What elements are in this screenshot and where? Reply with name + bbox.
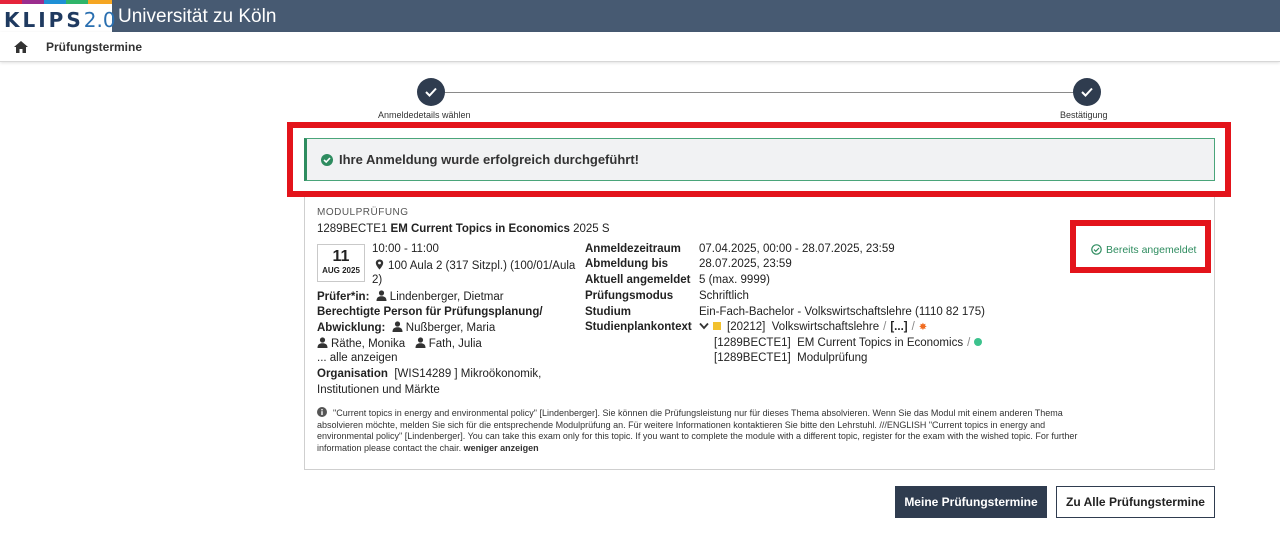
map-pin-icon	[375, 259, 384, 270]
logo-stripe-blue	[44, 0, 66, 4]
detail-label-exam-mode: Prüfungsmodus	[585, 290, 674, 302]
exam-room: 100 Aula 2 (317 Sitzpl.) (100/01/Aula	[375, 259, 575, 272]
detail-label-study-plan-context: Studienplankontext	[585, 321, 692, 333]
breadcrumb-title: Prüfungstermine	[46, 40, 143, 54]
logo-text: KLIPS2.0	[4, 8, 116, 32]
context-line-2: [1289BECTE1] EM Current Topics in Econom…	[714, 337, 983, 349]
logo-version: 2.0	[83, 8, 116, 32]
person-icon	[415, 337, 426, 348]
detail-value-registered: 5 (max. 9999)	[699, 274, 770, 286]
logo-main: KLIPS	[4, 8, 84, 32]
logo-stripe-orange	[88, 0, 112, 4]
logo-stripe-green	[66, 0, 88, 4]
person-icon	[376, 290, 387, 301]
info-line-4: information please contact the chair. we…	[317, 443, 1207, 455]
authorized-label-2: Abwicklung:	[317, 322, 386, 334]
highlight-frame-status	[1070, 220, 1211, 273]
step-1-circle	[417, 78, 445, 106]
info-line-2: absolvieren möchte, melden Sie sich für …	[317, 419, 1046, 430]
authorized-row-1: Abwicklung: Nußberger, Maria	[317, 321, 495, 334]
exam-heading: 1289BECTE1 EM Current Topics in Economic…	[317, 223, 610, 235]
cog-icon: ✸	[918, 322, 928, 333]
step-2-label: Bestätigung	[1060, 110, 1108, 120]
separator: /	[911, 321, 915, 333]
person-icon	[317, 337, 328, 348]
exam-code: 1289BECTE1	[317, 223, 388, 235]
show-less-link[interactable]: weniger anzeigen	[464, 443, 539, 453]
detail-value-study: Ein-Fach-Bachelor - Volkswirtschaftslehr…	[699, 306, 985, 318]
chevron-down-icon[interactable]	[699, 322, 709, 330]
exam-title: EM Current Topics in Economics	[390, 223, 570, 235]
date-badge: 11 AUG 2025	[317, 244, 365, 282]
room-line-2: 2)	[372, 274, 383, 286]
context-2-code: [1289BECTE1]	[714, 337, 791, 349]
my-exams-button[interactable]: Meine Prüfungstermine	[895, 486, 1047, 518]
organisation-line-2: Institutionen und Märkte	[317, 384, 440, 396]
logo-stripe-purple	[22, 0, 44, 4]
context-3-name[interactable]: Modulprüfung	[797, 352, 867, 364]
exam-time: 10:00 - 11:00	[372, 243, 439, 255]
university-name: Universität zu Köln	[118, 6, 277, 27]
detail-value-registration-period: 07.04.2025, 00:00 - 28.07.2025, 23:59	[699, 243, 895, 255]
top-bar: KLIPS2.0 Universität zu Köln	[0, 0, 1280, 32]
logo-stripe-red	[0, 0, 22, 4]
check-icon	[425, 87, 437, 97]
all-exams-button[interactable]: Zu Alle Prüfungstermine	[1056, 486, 1215, 518]
info-line-1: "Current topics in energy and environmen…	[317, 407, 1207, 420]
module-square-icon	[713, 322, 721, 330]
authorized-label-1: Berechtigte Person für Prüfungsplanung/	[317, 306, 543, 318]
detail-label-registered: Aktuell angemeldet	[585, 274, 691, 286]
info-line-3: environmental policy" [Lindenberger]. Yo…	[317, 431, 1078, 442]
person-icon	[392, 321, 403, 332]
show-all-link[interactable]: ... alle anzeigen	[317, 352, 398, 364]
highlight-frame-alert	[287, 122, 1231, 197]
examiner-row: Prüfer*in: Lindenberger, Dietmar	[317, 290, 504, 303]
examiner-label: Prüfer*in:	[317, 291, 370, 303]
detail-value-deregistration: 28.07.2025, 23:59	[699, 258, 792, 270]
home-icon[interactable]	[13, 40, 29, 54]
exam-type-label: MODULPRÜFUNG	[317, 207, 409, 218]
exam-info-text: "Current topics in energy and environmen…	[317, 407, 1207, 454]
date-month: AUG 2025	[322, 266, 360, 275]
info-icon	[317, 407, 327, 417]
context-line-1: [20212] Volkswirtschaftslehre / [...] / ✸	[699, 321, 927, 333]
organisation-line-1: [WIS14289 ] Mikroökonomik,	[394, 368, 542, 380]
exam-semester: 2025 S	[573, 223, 610, 235]
examiner-name[interactable]: Lindenberger, Dietmar	[390, 291, 504, 303]
context-1-name[interactable]: Volkswirtschaftslehre	[772, 321, 879, 333]
stepper-line	[442, 92, 1076, 93]
detail-label-deregistration: Abmeldung bis	[585, 258, 669, 270]
status-dot-icon	[974, 338, 983, 346]
date-day: 11	[332, 248, 350, 265]
context-3-code: [1289BECTE1]	[714, 352, 791, 364]
separator: /	[967, 337, 971, 349]
step-1-label: Anmeldedetails wählen	[378, 110, 471, 120]
room-line-1: 100 Aula 2 (317 Sitzpl.) (100/01/Aula	[388, 260, 576, 272]
breadcrumb: Prüfungstermine	[0, 32, 1280, 62]
authorized-person-1[interactable]: Nußberger, Maria	[406, 322, 495, 334]
detail-label-registration-period: Anmeldezeitraum	[585, 243, 681, 255]
organisation-row: Organisation [WIS14289 ] Mikroökonomik,	[317, 368, 541, 380]
authorized-row-2: Räthe, Monika Fath, Julia	[317, 337, 482, 350]
context-1-code: [20212]	[727, 321, 766, 333]
context-1-more[interactable]: [...]	[890, 321, 907, 333]
detail-label-study: Studium	[585, 306, 631, 318]
klips-logo[interactable]: KLIPS2.0	[0, 0, 116, 32]
context-2-name[interactable]: EM Current Topics in Economics	[797, 337, 963, 349]
detail-value-exam-mode: Schriftlich	[699, 290, 749, 302]
authorized-person-3[interactable]: Fath, Julia	[429, 338, 482, 350]
check-icon	[1081, 87, 1093, 97]
step-2-circle	[1073, 78, 1101, 106]
authorized-person-2[interactable]: Räthe, Monika	[331, 338, 405, 350]
separator: /	[883, 321, 887, 333]
organisation-label: Organisation	[317, 368, 388, 380]
info-line-1-text: "Current topics in energy and environmen…	[333, 408, 1063, 418]
context-line-3: [1289BECTE1] Modulprüfung	[714, 352, 867, 364]
info-line-4-text: information please contact the chair.	[317, 442, 462, 453]
